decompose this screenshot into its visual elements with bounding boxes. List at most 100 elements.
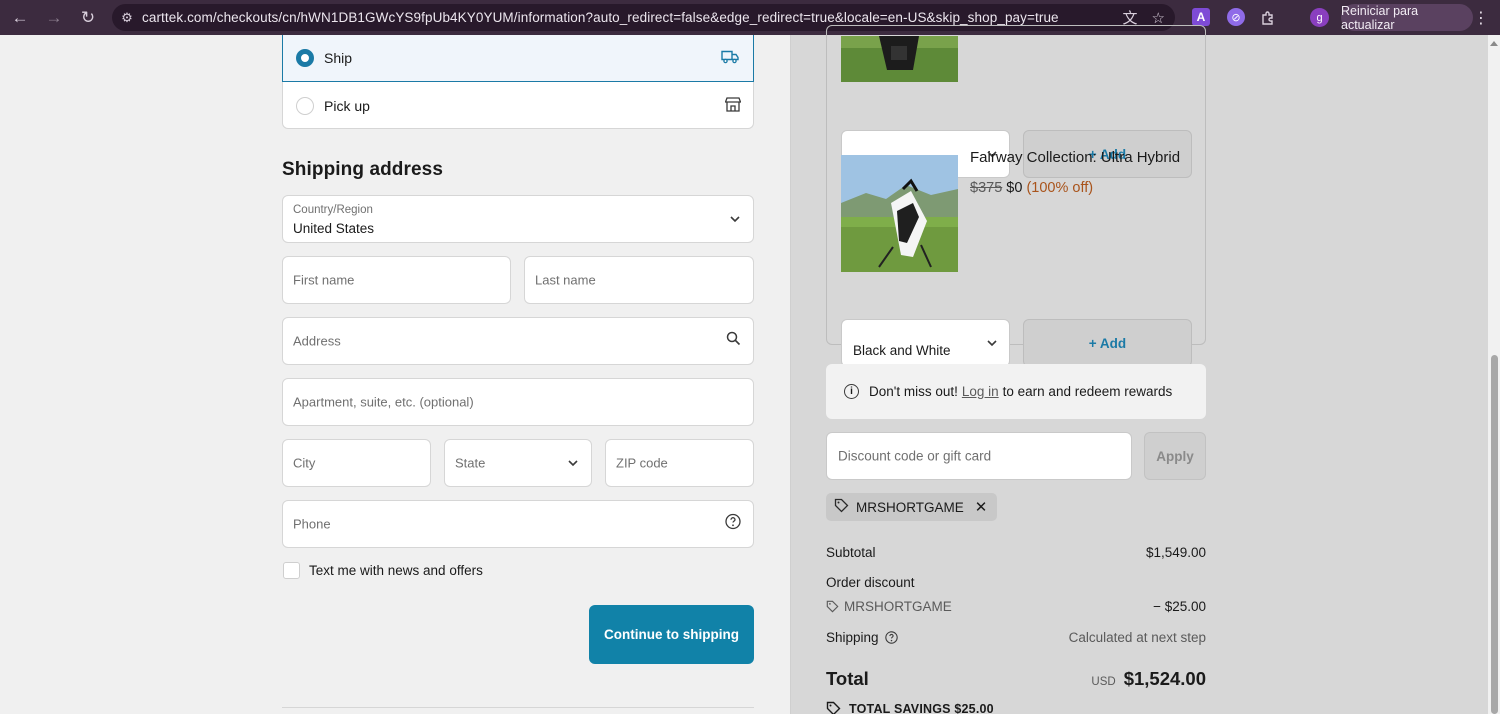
browser-menu-icon[interactable]: ⋮: [1473, 0, 1489, 35]
total-label: Total: [826, 668, 869, 689]
product-name: Fairway Collection: Ultra Hybrid: [970, 149, 1181, 166]
rewards-prefix: Don't miss out!: [869, 384, 958, 399]
product-price: $375 $0 (100% off): [970, 180, 1093, 196]
country-value: United States: [293, 221, 375, 236]
tag-icon: [826, 701, 841, 714]
subtotal-label: Subtotal: [826, 545, 876, 560]
extensions-puzzle-icon[interactable]: [1260, 0, 1276, 35]
checkout-main: Ship Pick up Shipping address Country/Re…: [0, 35, 790, 714]
discount-code-text: MRSHORTGAME: [844, 599, 952, 614]
text-offers-row[interactable]: Text me with news and offers: [283, 562, 483, 579]
product-image-golf-bag: [841, 36, 958, 82]
product-image-ultra-hybrid: [841, 155, 958, 272]
text-offers-checkbox[interactable]: [283, 562, 300, 579]
login-link[interactable]: Log in: [962, 384, 999, 399]
state-select[interactable]: State: [444, 439, 592, 487]
discount-code-input[interactable]: Discount code or gift card: [826, 432, 1132, 480]
chevron-down-icon: [986, 334, 998, 352]
shipping-label: Shipping: [826, 630, 879, 645]
currency-code: USD: [1091, 676, 1116, 688]
help-circle-icon[interactable]: [884, 631, 898, 644]
delivery-option-ship[interactable]: Ship: [282, 35, 754, 82]
total-value: $1,524.00: [1123, 668, 1206, 689]
phone-placeholder: Phone: [293, 516, 331, 532]
first-name-field[interactable]: First name: [282, 256, 511, 304]
variant-value-2: Black and White: [853, 343, 951, 358]
apply-button[interactable]: Apply: [1144, 432, 1206, 480]
shipping-label-group: Shipping: [826, 630, 898, 645]
shipping-value: Calculated at next step: [1068, 630, 1206, 645]
upsell-products: Black / 14-way + Add Fairway Collection:…: [826, 25, 1206, 367]
reload-icon[interactable]: ↻: [71, 0, 105, 35]
total-row: Total USD $1,524.00: [826, 668, 1206, 690]
store-icon: [724, 96, 742, 115]
search-icon[interactable]: [726, 331, 741, 351]
ship-label: Ship: [324, 50, 353, 66]
rewards-suffix: to earn and redeem rewards: [1002, 384, 1173, 399]
order-discount-label: Order discount: [826, 575, 915, 590]
url-text[interactable]: carttek.com/checkouts/cn/hWN1DB1GWcYS9fp…: [142, 10, 1123, 25]
tag-icon: [834, 498, 849, 516]
help-circle-icon[interactable]: [725, 513, 741, 535]
pickup-label: Pick up: [324, 97, 370, 114]
subtotal-row: Subtotal $1,549.00: [826, 545, 1206, 560]
discount-percent: (100% off): [1026, 180, 1094, 196]
bookmark-star-icon[interactable]: ☆: [1152, 9, 1165, 27]
sale-price: $0: [1006, 180, 1023, 196]
rewards-banner: i Don't miss out! Log in to earn and red…: [826, 364, 1206, 419]
phone-field[interactable]: Phone: [282, 500, 754, 548]
extension-a-icon[interactable]: A: [1192, 8, 1210, 26]
apartment-field[interactable]: Apartment, suite, etc. (optional): [282, 378, 754, 426]
browser-toolbar: ← → ↻ ⚙ carttek.com/checkouts/cn/hWN1DB1…: [0, 0, 1500, 35]
remove-discount-icon[interactable]: ✕: [975, 498, 988, 516]
zip-field[interactable]: ZIP code: [605, 439, 754, 487]
update-button[interactable]: Reiniciar para actualizar: [1341, 4, 1473, 32]
address-placeholder: Address: [293, 333, 341, 349]
text-offers-label: Text me with news and offers: [309, 563, 483, 578]
delivery-method-group: Ship Pick up: [282, 35, 754, 129]
country-label: Country/Region: [293, 204, 373, 216]
applied-discount-chip: MRSHORTGAME ✕: [826, 493, 998, 521]
continue-to-shipping-button[interactable]: Continue to shipping: [589, 605, 754, 664]
zip-placeholder: ZIP code: [616, 455, 668, 471]
tag-icon: [826, 600, 839, 613]
shipping-address-heading: Shipping address: [282, 159, 444, 180]
ship-radio[interactable]: [296, 49, 314, 67]
back-icon[interactable]: ←: [3, 0, 37, 35]
scrollbar[interactable]: [1488, 35, 1500, 714]
shipping-row: Shipping Calculated at next step: [826, 630, 1206, 645]
discount-placeholder: Discount code or gift card: [838, 448, 992, 464]
original-price: $375: [970, 180, 1003, 196]
site-info-icon[interactable]: ⚙: [112, 10, 142, 26]
divider: [282, 707, 754, 708]
info-icon: i: [844, 384, 859, 399]
delivery-option-pickup[interactable]: Pick up: [283, 82, 755, 129]
add-button-2[interactable]: + Add: [1023, 319, 1192, 367]
variant-select-2[interactable]: Black and White: [841, 319, 1010, 367]
forward-icon[interactable]: →: [37, 0, 71, 35]
country-select[interactable]: Country/Region United States: [282, 195, 754, 243]
pickup-radio[interactable]: [296, 96, 314, 115]
chevron-down-icon: [729, 210, 741, 228]
discount-code-row: MRSHORTGAME − $25.00: [826, 599, 1206, 614]
discount-code-tag: MRSHORTGAME: [826, 599, 952, 614]
last-name-field[interactable]: Last name: [524, 256, 754, 304]
city-placeholder: City: [293, 455, 316, 471]
subtotal-value: $1,549.00: [1145, 545, 1206, 560]
first-name-placeholder: First name: [293, 272, 355, 288]
total-savings: TOTAL SAVINGS $25.00: [826, 701, 994, 714]
scrollbar-thumb[interactable]: [1491, 355, 1498, 714]
applied-code: MRSHORTGAME: [856, 499, 964, 515]
state-placeholder: State: [455, 455, 486, 471]
order-summary: Black / 14-way + Add Fairway Collection:…: [790, 25, 1488, 714]
city-field[interactable]: City: [282, 439, 431, 487]
chevron-down-icon: [567, 454, 579, 472]
profile-avatar[interactable]: g: [1310, 8, 1329, 27]
discount-value: − $25.00: [1153, 599, 1206, 614]
scroll-up-icon[interactable]: [1490, 41, 1498, 46]
extension-b-icon[interactable]: ⊘: [1227, 8, 1245, 26]
total-amount: USD $1,524.00: [1091, 668, 1206, 690]
truck-icon: [721, 50, 739, 67]
address-field[interactable]: Address: [282, 317, 754, 365]
order-discount-row: Order discount: [826, 575, 1206, 590]
